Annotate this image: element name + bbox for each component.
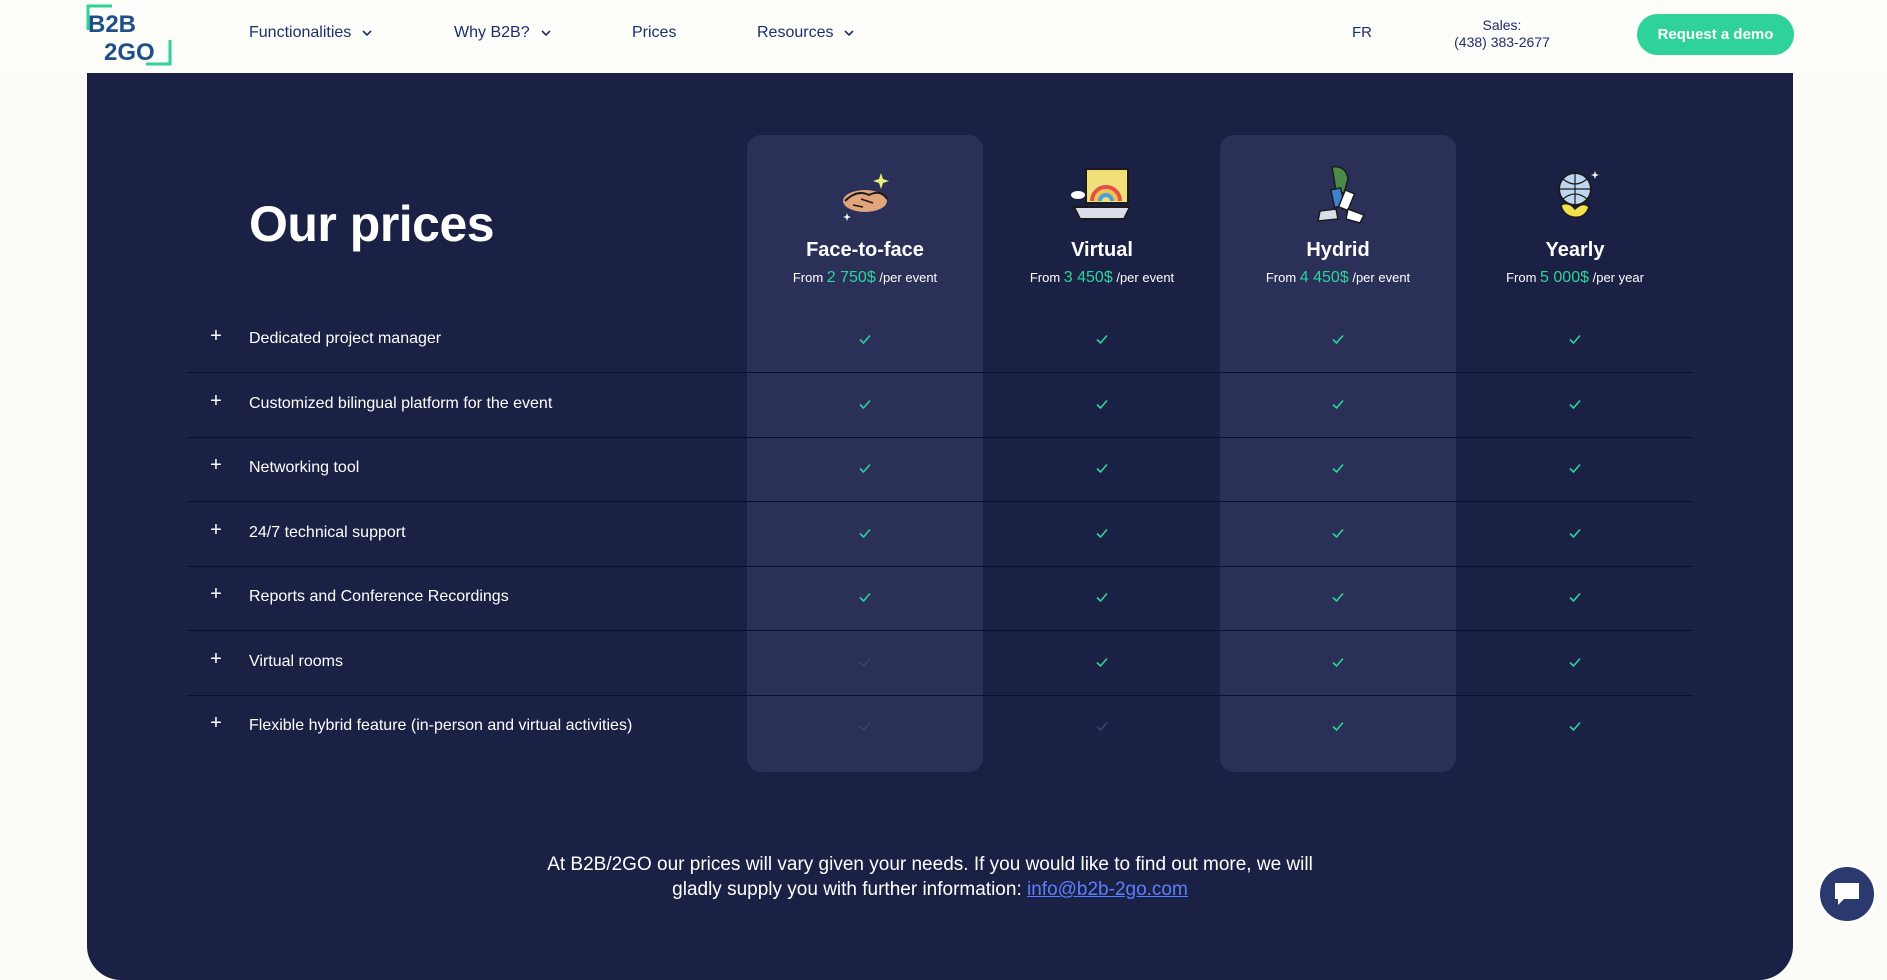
plan-amount: 2 750$ [826, 269, 876, 286]
language-switch[interactable]: FR [1352, 24, 1372, 41]
check-icon [1331, 719, 1345, 733]
feature-row[interactable]: + Dedicated project manager [187, 308, 1693, 373]
check-icon [1568, 332, 1582, 346]
page-title: Our prices [249, 196, 495, 252]
plan-amount: 4 450$ [1299, 269, 1349, 286]
expand-plus-icon[interactable]: + [207, 584, 225, 604]
feature-row[interactable]: + Reports and Conference Recordings [187, 566, 1693, 631]
check-icon [858, 397, 872, 411]
feature-row[interactable]: + Customized bilingual platform for the e… [187, 373, 1693, 438]
plan-name: Face-to-face [806, 239, 924, 261]
globe-icon [1558, 171, 1599, 219]
expand-plus-icon[interactable]: + [207, 455, 225, 475]
check-icon [1568, 655, 1582, 669]
feature-label: Customized bilingual platform for the ev… [249, 395, 553, 412]
nav-functionalities-label: Functionalities [249, 24, 352, 41]
check-icon [1095, 332, 1109, 346]
check-icon [1331, 332, 1345, 346]
plan-price: From 3 450$ /per event [1029, 269, 1175, 286]
check-icon [1568, 526, 1582, 540]
check-icon [1331, 590, 1345, 604]
sales-phone[interactable]: (438) 383-2677 [1452, 34, 1552, 51]
plan-price: From 5 000$ /per year [1506, 269, 1644, 286]
sales-contact[interactable]: Sales: (438) 383-2677 [1452, 17, 1552, 51]
check-icon [858, 332, 872, 346]
expand-plus-icon[interactable]: + [207, 326, 225, 346]
laptop-rainbow-icon [1071, 168, 1132, 220]
chevron-down-icon [541, 30, 551, 37]
check-icon [858, 590, 872, 604]
check-icon [1331, 397, 1345, 411]
nav-why-b2b-label: Why B2B? [454, 24, 530, 41]
feature-label: Reports and Conference Recordings [249, 588, 509, 605]
plan-name: Hydrid [1306, 239, 1370, 261]
feature-row[interactable]: + Flexible hybrid feature (in-person and … [187, 695, 1693, 759]
check-icon [1095, 655, 1109, 669]
nav-prices[interactable]: Prices [632, 24, 676, 42]
nav-resources[interactable]: Resources [757, 24, 855, 42]
check-icon [858, 461, 872, 475]
check-icon [1568, 719, 1582, 733]
check-icon [1095, 590, 1109, 604]
site-header: B2B 2GO Functionalities Why B2B? Prices … [0, 0, 1887, 73]
check-disabled-icon [858, 719, 872, 733]
plan-hydrid: Hydrid From 4 450$ /per event [1220, 165, 1456, 287]
plan-amount: 5 000$ [1540, 269, 1589, 286]
feature-label: Virtual rooms [249, 653, 343, 670]
feature-row[interactable]: + Networking tool [187, 437, 1693, 502]
plan-name: Virtual [1071, 239, 1133, 261]
footnote-text: At B2B/2GO our prices will vary given yo… [547, 854, 1313, 900]
check-disabled-icon [858, 655, 872, 669]
feature-label: Flexible hybrid feature (in-person and v… [249, 717, 633, 734]
svg-text:B2B: B2B [88, 11, 136, 38]
chat-bubble-icon [1835, 883, 1859, 905]
plan-virtual: Virtual From 3 450$ /per event [984, 165, 1220, 287]
b2b2go-logo[interactable]: B2B 2GO [86, 4, 172, 66]
pricing-footnote: At B2B/2GO our prices will vary given yo… [520, 852, 1340, 902]
check-icon [1331, 526, 1345, 540]
plan-price: From 4 450$ /per event [1265, 269, 1411, 286]
expand-plus-icon[interactable]: + [207, 713, 225, 733]
check-icon [858, 526, 872, 540]
check-icon [1568, 590, 1582, 604]
plan-face-to-face: Face-to-face From 2 750$ /per event [747, 165, 983, 287]
svg-text:2GO: 2GO [104, 39, 155, 66]
sales-label: Sales: [1482, 17, 1522, 33]
check-icon [1568, 461, 1582, 475]
nav-why-b2b[interactable]: Why B2B? [454, 24, 552, 42]
chevron-down-icon [844, 30, 855, 37]
chat-widget-button[interactable] [1817, 864, 1877, 924]
check-icon [1331, 461, 1345, 475]
request-demo-button[interactable]: Request a demo [1637, 14, 1794, 55]
nav-resources-label: Resources [757, 24, 834, 41]
expand-plus-icon[interactable]: + [207, 520, 225, 540]
check-icon [1331, 655, 1345, 669]
feature-row[interactable]: + Virtual rooms [187, 631, 1693, 696]
check-icon [1095, 397, 1109, 411]
plan-name: Yearly [1545, 239, 1605, 261]
feature-label: 24/7 technical support [249, 524, 406, 541]
plan-yearly: Yearly From 5 000$ /per year [1457, 165, 1693, 287]
expand-plus-icon[interactable]: + [207, 391, 225, 411]
feature-row[interactable]: +24/7 technical support [187, 502, 1693, 567]
feature-label: Networking tool [249, 459, 360, 476]
handshake-icon [843, 173, 889, 221]
check-icon [1095, 526, 1109, 540]
feature-label: Dedicated project manager [249, 330, 442, 347]
check-icon [1095, 461, 1109, 475]
expand-plus-icon[interactable]: + [207, 649, 225, 669]
check-icon [1568, 397, 1582, 411]
legs-walking-icon [1317, 166, 1366, 224]
nav-prices-label: Prices [632, 24, 677, 41]
check-disabled-icon [1095, 719, 1109, 733]
plan-price: From 2 750$ /per event [792, 269, 938, 286]
nav-functionalities[interactable]: Functionalities [249, 24, 373, 42]
chevron-down-icon [362, 30, 372, 37]
plan-amount: 3 450$ [1063, 269, 1113, 286]
contact-email-link[interactable]: info@b2b-2go.com [1027, 879, 1188, 900]
